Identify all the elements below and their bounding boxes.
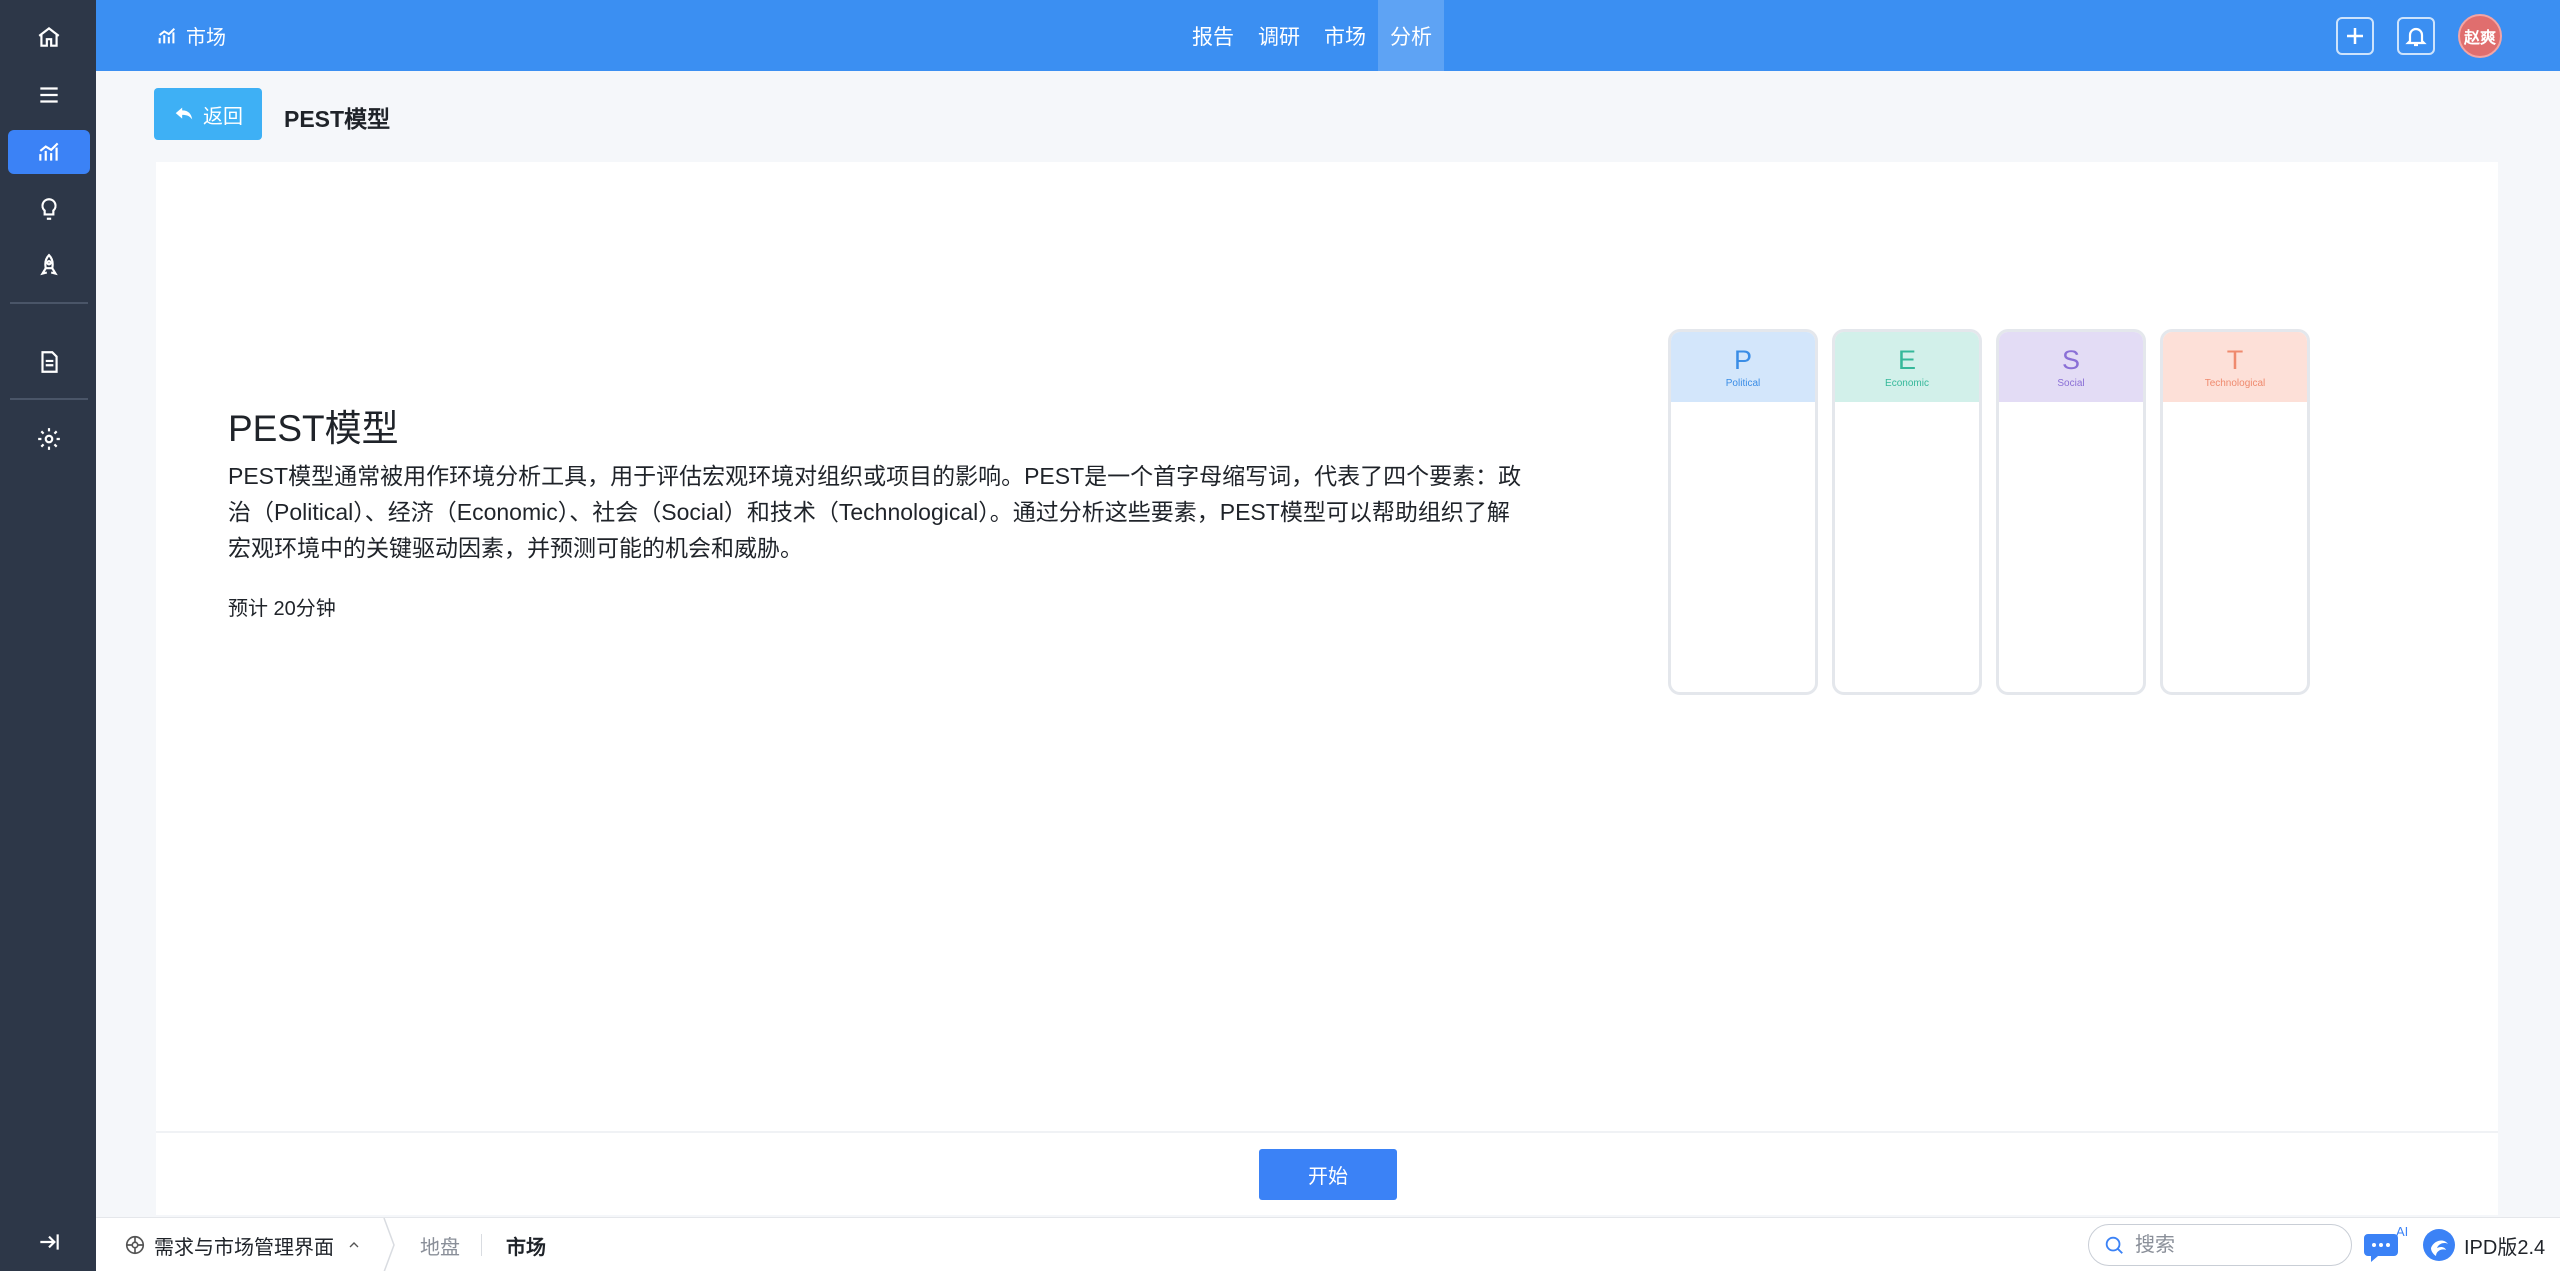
pest-letter: P [1733,344,1752,375]
model-description: PEST模型通常被用作环境分析工具，用于评估宏观环境对组织或项目的影响。PEST… [228,463,1522,561]
sidebar-item-menu[interactable] [8,73,90,117]
sidebar-collapse-button[interactable] [8,1220,90,1264]
chart-icon [158,27,176,43]
bottom-taskbar: 需求与市场管理界面 地盘 市场 AI IPD版2.4 [96,1217,2560,1271]
pest-card-header: T Technological [2163,332,2307,402]
sidebar-item-documents[interactable] [8,340,90,384]
back-button-label: 返回 [203,105,243,128]
start-button[interactable]: 开始 [1259,1149,1397,1200]
pest-card-political: P Political [1668,329,1818,695]
search-box [2088,1224,2352,1266]
time-estimate: 预计 20分钟 [228,598,336,620]
pest-letter: E [1897,344,1916,375]
ai-chat-icon[interactable]: AI [2364,1226,2408,1264]
page-title: PEST模型 [284,106,391,132]
nav-research[interactable]: 调研 [1246,0,1312,71]
menu-icon [40,87,58,103]
return-arrow-icon [175,107,193,120]
back-button[interactable]: 返回 [154,88,262,140]
pest-card-economic: E Economic [1832,329,1982,695]
module-title[interactable]: 市场 [156,0,226,71]
pest-word: Economic [1885,377,1929,389]
card-footer-divider [156,1131,2498,1133]
app-logo-icon [125,1235,145,1255]
pest-word: Social [2057,377,2085,389]
main-card [156,162,2498,1215]
sidebar-divider [10,398,88,400]
notifications-button[interactable] [2397,17,2435,55]
pest-card-header: E Economic [1835,332,1979,402]
app-switcher[interactable]: 需求与市场管理界面 [124,1218,362,1271]
pest-card-social: S Social [1996,329,2146,695]
pest-letter: S [2061,344,2080,375]
collapse-icon [40,1234,59,1250]
search-input[interactable] [2135,1233,2325,1257]
pest-card-technological: T Technological [2160,329,2310,695]
breadcrumb-separator [383,1218,395,1271]
module-label: 市场 [186,27,226,49]
gear-icon [38,428,60,450]
bell-icon [2405,27,2427,47]
nav-market[interactable]: 市场 [1312,0,1378,71]
pest-letter: T [2226,344,2244,375]
lightbulb-icon [41,198,57,220]
pest-card-header: P Political [1671,332,1815,402]
pest-card-header: S Social [1999,332,2143,402]
document-icon [41,351,58,373]
tab-separator [481,1234,482,1256]
sidebar-divider [10,302,88,304]
main-nav: 报告 调研 市场 分析 [1180,0,1444,71]
add-button[interactable] [2336,17,2374,55]
tab-home-base[interactable]: 地盘 [420,1218,460,1271]
rocket-icon [40,253,58,276]
user-avatar[interactable]: 赵爽 [2458,14,2502,58]
version-label: IPD版2.4 [2464,1236,2546,1259]
home-icon [38,26,60,47]
tab-market[interactable]: 市场 [506,1218,546,1271]
model-title: PEST模型 [228,408,399,449]
nav-analysis[interactable]: 分析 [1378,0,1444,71]
top-navigation-bar: 市场 报告 调研 市场 分析 赵爽 [96,0,2560,71]
sidebar-item-launch[interactable] [8,244,90,288]
pest-word: Technological [2204,377,2266,389]
sidebar-item-settings[interactable] [8,417,90,461]
brand-logo-icon [2423,1229,2455,1261]
chart-icon [39,142,59,161]
pest-word: Political [1725,377,1761,389]
left-sidebar [0,0,96,1271]
sidebar-item-ideas[interactable] [8,187,90,231]
sidebar-item-market[interactable] [8,130,90,174]
app-name: 需求与市场管理界面 [154,1236,334,1259]
sidebar-item-home[interactable] [8,15,90,59]
plus-icon [2347,28,2363,44]
ai-badge: AI [2396,1226,2408,1239]
chevron-up-icon [349,1242,359,1248]
search-icon [2105,1236,2123,1254]
nav-report[interactable]: 报告 [1180,0,1246,71]
version-info[interactable]: IPD版2.4 [2422,1218,2545,1271]
